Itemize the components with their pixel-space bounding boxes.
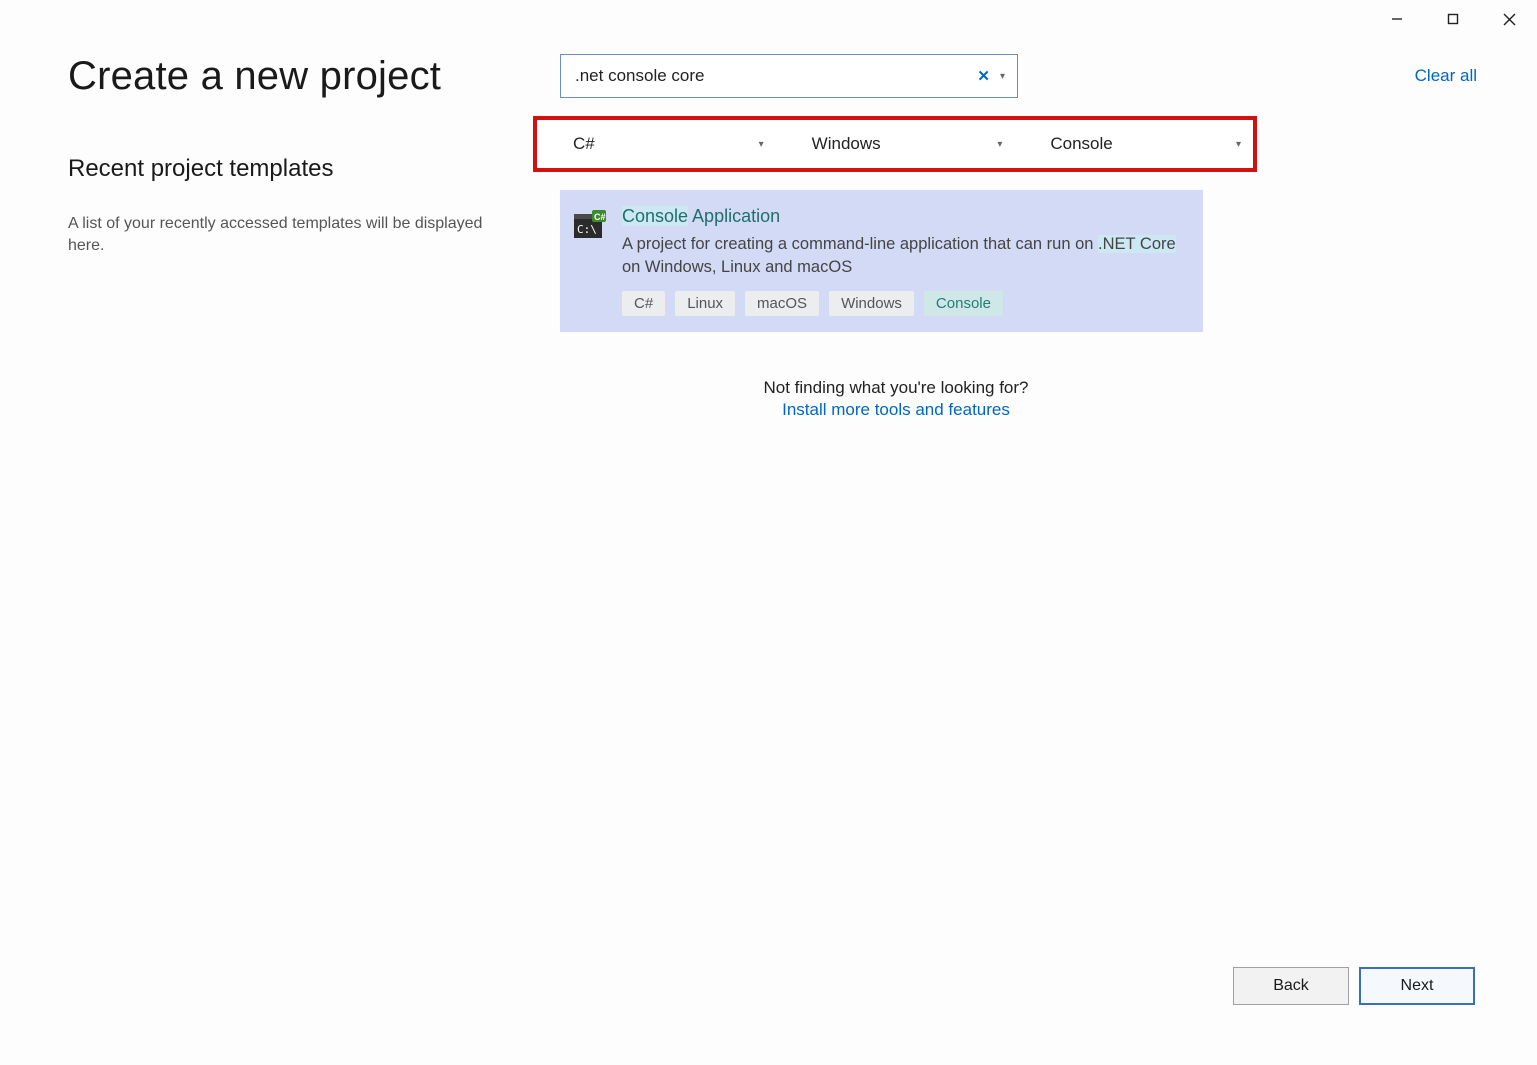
search-dropdown-icon[interactable]: ▾ xyxy=(994,67,1007,86)
console-csharp-icon: C:\ C# xyxy=(574,210,606,242)
project-type-filter[interactable]: Console ▾ xyxy=(1014,120,1253,168)
close-button[interactable] xyxy=(1481,0,1537,38)
next-button[interactable]: Next xyxy=(1359,967,1475,1005)
right-pane: ✕ ▾ Clear all C# ▾ Windows ▾ Console ▾ xyxy=(560,54,1537,1065)
page-title: Create a new project xyxy=(68,54,520,99)
filters-row: C# ▾ Windows ▾ Console ▾ xyxy=(533,116,1257,172)
clear-search-icon[interactable]: ✕ xyxy=(973,63,994,89)
platform-filter[interactable]: Windows ▾ xyxy=(776,120,1015,168)
footer-buttons: Back Next xyxy=(1233,967,1475,1005)
window-controls xyxy=(1369,0,1537,38)
tag-windows: Windows xyxy=(829,291,914,316)
left-pane: Create a new project Recent project temp… xyxy=(0,54,560,1065)
tag-csharp: C# xyxy=(622,291,665,316)
back-button[interactable]: Back xyxy=(1233,967,1349,1005)
project-type-filter-label: Console xyxy=(1050,134,1112,154)
template-title-highlight: Console xyxy=(622,206,688,226)
recent-templates-description: A list of your recently accessed templat… xyxy=(68,213,520,256)
platform-filter-label: Windows xyxy=(812,134,881,154)
template-desc-highlight: .NET Core xyxy=(1098,235,1176,253)
tag-console: Console xyxy=(924,291,1003,316)
clear-all-link[interactable]: Clear all xyxy=(1415,66,1477,86)
language-filter[interactable]: C# ▾ xyxy=(537,120,776,168)
recent-templates-heading: Recent project templates xyxy=(68,155,520,183)
language-filter-label: C# xyxy=(573,134,595,154)
search-box[interactable]: ✕ ▾ xyxy=(560,54,1018,98)
install-more-link[interactable]: Install more tools and features xyxy=(560,400,1232,420)
template-tags: C# Linux macOS Windows Console xyxy=(622,291,1185,316)
template-card-console-application[interactable]: C:\ C# Console Application A project for… xyxy=(560,190,1203,332)
minimize-button[interactable] xyxy=(1369,0,1425,38)
chevron-down-icon: ▾ xyxy=(997,139,1002,150)
not-finding-text: Not finding what you're looking for? xyxy=(560,378,1232,398)
maximize-button[interactable] xyxy=(1425,0,1481,38)
search-input[interactable] xyxy=(575,66,973,86)
chevron-down-icon: ▾ xyxy=(759,139,764,150)
not-finding-section: Not finding what you're looking for? Ins… xyxy=(560,378,1232,420)
template-description: A project for creating a command-line ap… xyxy=(622,233,1185,279)
template-title: Console Application xyxy=(622,206,1185,227)
tag-linux: Linux xyxy=(675,291,735,316)
svg-text:C:\: C:\ xyxy=(577,223,597,236)
svg-text:C#: C# xyxy=(594,212,606,222)
chevron-down-icon: ▾ xyxy=(1236,139,1241,150)
tag-macos: macOS xyxy=(745,291,819,316)
